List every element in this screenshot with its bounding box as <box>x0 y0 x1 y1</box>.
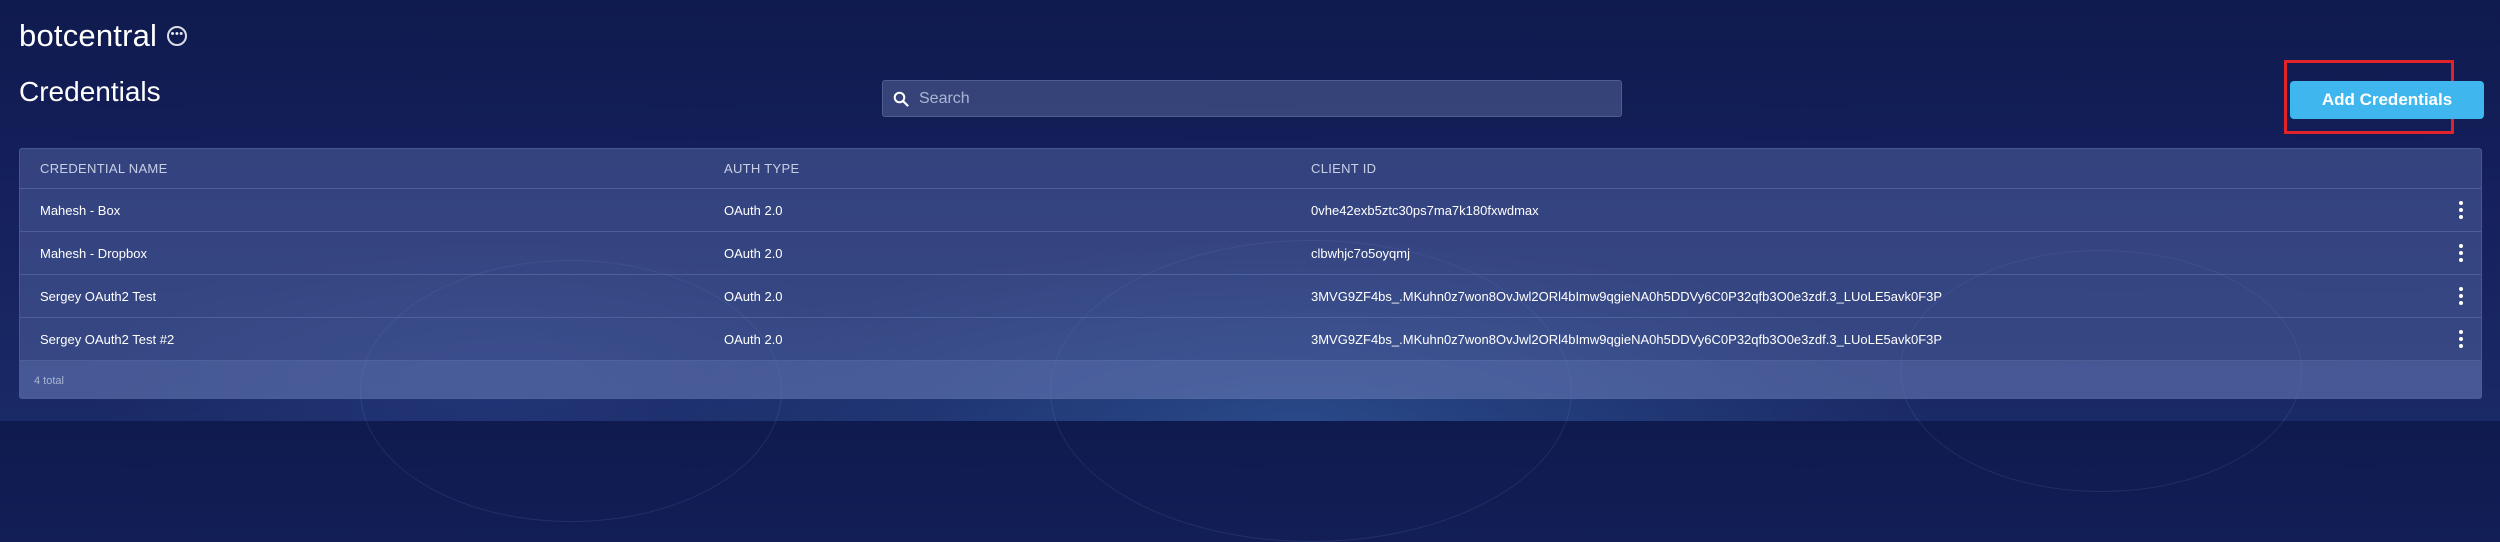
kebab-menu-icon <box>2459 330 2463 348</box>
client-id-cell: 0vhe42exb5ztc30ps7ma7k180fxwdmax <box>1311 202 1539 218</box>
credential-name-cell: Sergey OAuth2 Test <box>40 288 157 304</box>
search-icon <box>883 80 919 117</box>
client-id-cell: 3MVG9ZF4bs_.MKuhn0z7won8OvJwl2ORl4bImw9q… <box>1311 288 1943 304</box>
table-row[interactable]: Sergey OAuth2 Test OAuth 2.0 3MVG9ZF4bs_… <box>20 275 2481 318</box>
credential-name-cell: Mahesh - Dropbox <box>40 245 147 261</box>
auth-type-cell: OAuth 2.0 <box>724 288 783 304</box>
table-row[interactable]: Mahesh - Dropbox OAuth 2.0 clbwhjc7o5oyq… <box>20 232 2481 275</box>
auth-type-cell: OAuth 2.0 <box>724 202 783 218</box>
client-id-cell: clbwhjc7o5oyqmj <box>1311 245 1410 261</box>
credentials-table: CREDENTIAL NAME AUTH TYPE CLIENT ID Mahe… <box>19 148 2482 399</box>
column-header-auth-type[interactable]: AUTH TYPE <box>724 161 1311 176</box>
more-options-icon[interactable]: ••• <box>167 26 188 46</box>
column-header-client-id[interactable]: CLIENT ID <box>1311 161 2441 176</box>
kebab-menu-icon <box>2459 244 2463 262</box>
add-credentials-button[interactable]: Add Credentials <box>2290 81 2484 119</box>
row-menu-button[interactable] <box>2441 318 2481 360</box>
table-row[interactable]: Sergey OAuth2 Test #2 OAuth 2.0 3MVG9ZF4… <box>20 318 2481 361</box>
credential-name-cell: Mahesh - Box <box>40 202 121 218</box>
table-row[interactable]: Mahesh - Box OAuth 2.0 0vhe42exb5ztc30ps… <box>20 189 2481 232</box>
column-header-actions <box>2441 149 2481 188</box>
app-name: botcentral <box>19 18 158 53</box>
column-header-credential-name[interactable]: CREDENTIAL NAME <box>20 161 724 176</box>
row-menu-button[interactable] <box>2441 189 2481 231</box>
app-header: botcentral ••• <box>19 18 188 54</box>
kebab-menu-icon <box>2459 201 2463 219</box>
auth-type-cell: OAuth 2.0 <box>724 331 783 347</box>
auth-type-cell: OAuth 2.0 <box>724 245 783 261</box>
table-header: CREDENTIAL NAME AUTH TYPE CLIENT ID <box>20 149 2481 189</box>
row-menu-button[interactable] <box>2441 275 2481 317</box>
search-bar[interactable] <box>882 80 1622 117</box>
search-input[interactable] <box>919 81 1621 116</box>
row-menu-button[interactable] <box>2441 232 2481 274</box>
client-id-cell: 3MVG9ZF4bs_.MKuhn0z7won8OvJwl2ORl4bImw9q… <box>1311 331 1943 347</box>
page-title: Credentials <box>19 76 161 107</box>
kebab-menu-icon <box>2459 287 2463 305</box>
table-footer-count: 4 total <box>20 361 2481 398</box>
credential-name-cell: Sergey OAuth2 Test #2 <box>40 331 175 347</box>
